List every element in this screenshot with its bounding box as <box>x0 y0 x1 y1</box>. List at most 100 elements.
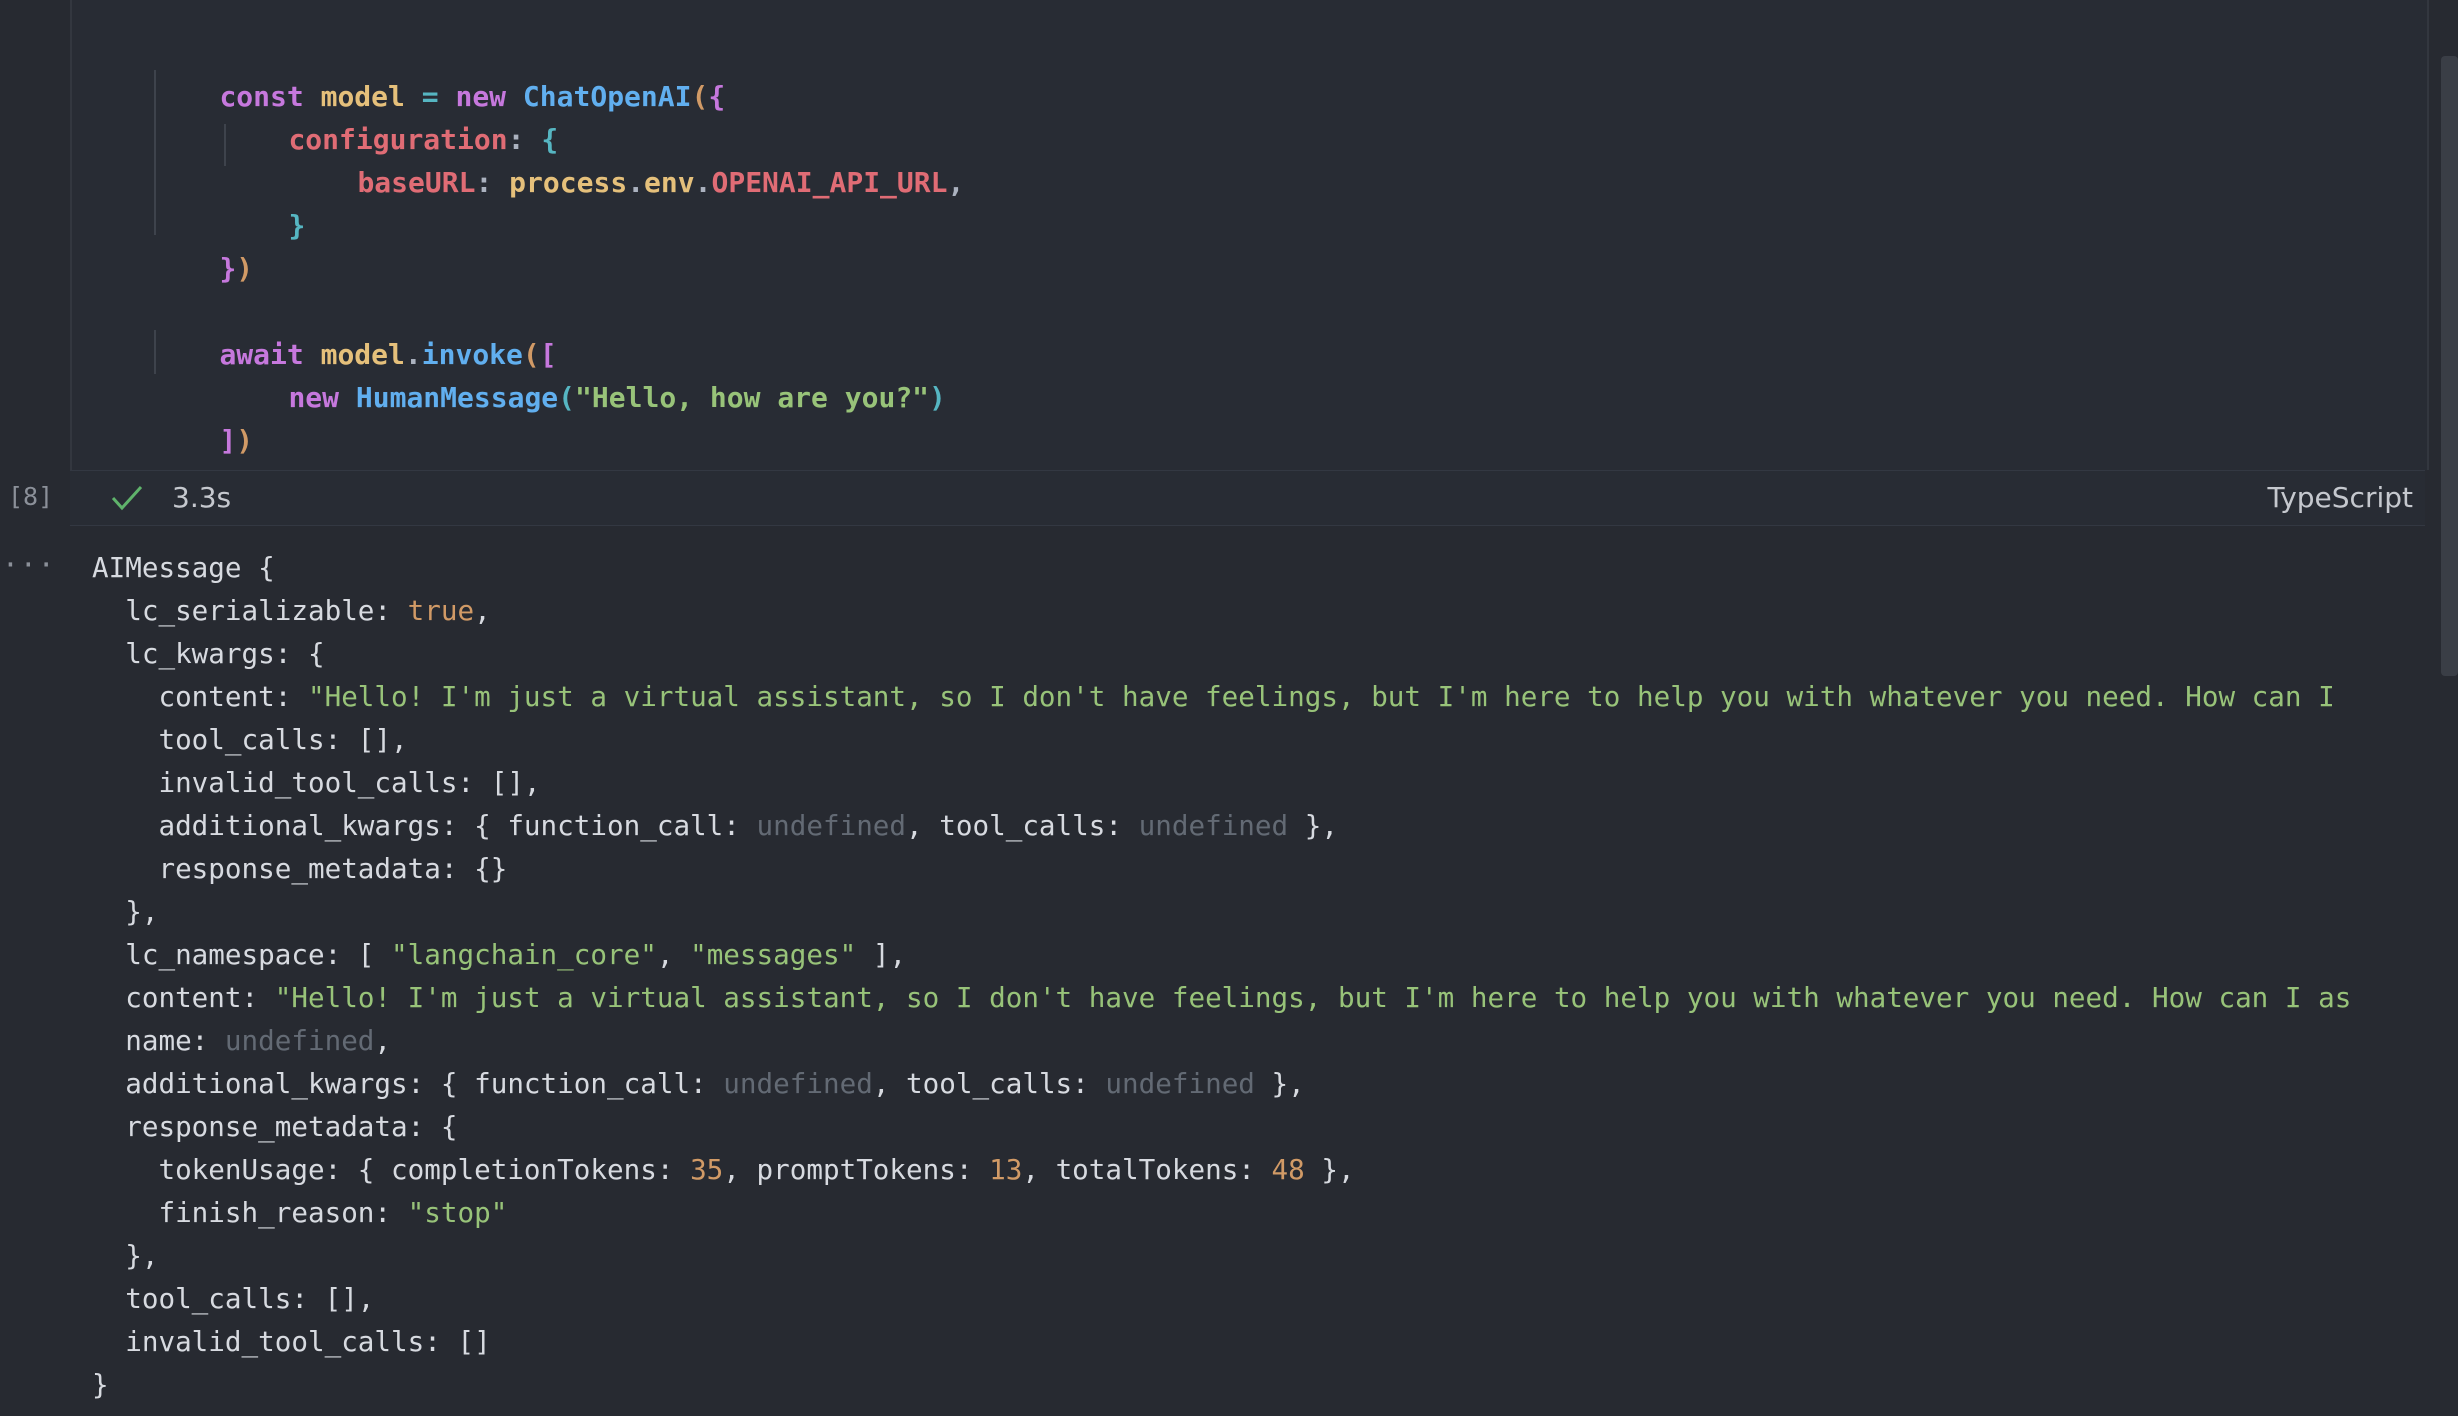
output-text: } <box>92 1368 109 1401</box>
output-string: "Hello! I'm just a virtual assistant, so… <box>307 680 2335 713</box>
punctuation: . <box>627 166 645 199</box>
bracket: } <box>288 209 306 242</box>
cell-status-bar: 3.3s TypeScript <box>70 470 2425 526</box>
output-text: lc_serializable: <box>92 594 408 627</box>
output-text: }, <box>92 1239 159 1272</box>
property: OPENAI_API_URL <box>711 166 948 199</box>
output-line: lc_kwargs: { <box>92 632 325 675</box>
execution-count: [8] <box>8 482 54 511</box>
output-number: 48 <box>1271 1153 1305 1186</box>
output-text: }, <box>1288 809 1338 842</box>
bracket: ) <box>236 252 254 285</box>
output-line: response_metadata: { <box>92 1105 457 1148</box>
check-icon <box>111 485 143 511</box>
bracket: ( <box>691 80 709 113</box>
code-line-4: } <box>221 161 305 242</box>
code-line-1: const model = new ChatOpenAI({ <box>152 32 725 113</box>
bracket: ( <box>558 381 576 414</box>
output-line: invalid_tool_calls: [] <box>92 1320 491 1363</box>
output-text: name: <box>92 1024 225 1057</box>
code-line-8: ]) <box>152 376 253 457</box>
output-line: tokenUsage: { completionTokens: 35, prom… <box>92 1148 1355 1191</box>
output-line: additional_kwargs: { function_call: unde… <box>92 1062 1305 1105</box>
output-text: , <box>656 938 691 971</box>
output-boolean: true <box>407 594 475 627</box>
notebook-cell[interactable]: const model = new ChatOpenAI({ configura… <box>0 0 2430 526</box>
output-undefined: undefined <box>723 1067 873 1100</box>
punctuation: , <box>947 166 965 199</box>
punctuation: : <box>475 166 510 199</box>
output-number: 13 <box>989 1153 1023 1186</box>
output-text: , totalTokens: <box>1022 1153 1272 1186</box>
code-line-7: new HumanMessage("Hello, how are you?") <box>221 333 945 414</box>
output-text: invalid_tool_calls: [], <box>92 766 541 799</box>
output-text: }, <box>1254 1067 1305 1100</box>
class-name: HumanMessage <box>355 381 559 414</box>
identifier: process <box>509 166 628 199</box>
property: baseURL <box>357 166 476 199</box>
output-undefined: undefined <box>1105 1067 1255 1100</box>
keyword: new <box>288 381 340 414</box>
code-line-3: baseURL: process.env.OPENAI_API_URL, <box>290 118 964 199</box>
bracket: } <box>219 252 237 285</box>
output-undefined: undefined <box>224 1024 375 1057</box>
output-line: additional_kwargs: { function_call: unde… <box>92 804 1338 847</box>
output-line: }, <box>92 1234 158 1277</box>
bracket: ) <box>929 381 946 414</box>
output-string: "Hello! I'm just a virtual assistant, so… <box>274 981 2352 1014</box>
output-text: response_metadata: {} <box>92 852 508 885</box>
output-text: response_metadata: { <box>92 1110 458 1143</box>
code-line-6: await model.invoke([ <box>152 290 556 371</box>
output-text: }, <box>92 895 159 928</box>
output-text: , tool_calls: <box>872 1067 1106 1100</box>
output-string: "langchain_core" <box>391 938 657 971</box>
output-text: , promptTokens: <box>723 1153 990 1186</box>
output-line: AIMessage { <box>92 546 275 589</box>
output-line: content: "Hello! I'm just a virtual assi… <box>92 675 2335 718</box>
output-text: additional_kwargs: { function_call: <box>92 1067 724 1100</box>
output-line: tool_calls: [], <box>92 718 408 761</box>
output-text: content: <box>92 680 308 713</box>
code-line-5: }) <box>152 204 253 285</box>
output-text: finish_reason: <box>92 1196 408 1229</box>
output-string: "stop" <box>407 1196 508 1229</box>
output-text: invalid_tool_calls: [] <box>92 1325 491 1358</box>
output-text: lc_kwargs: { <box>92 637 325 670</box>
cell-language-label[interactable]: TypeScript <box>2267 481 2413 514</box>
identifier: env <box>644 166 695 199</box>
output-text: tool_calls: [], <box>92 1282 375 1315</box>
output-string: "messages" <box>690 938 857 971</box>
output-text: lc_namespace: [ <box>92 938 392 971</box>
vertical-scrollbar[interactable] <box>2441 56 2458 676</box>
output-undefined: undefined <box>756 809 907 842</box>
string-literal: "Hello, how are you?" <box>575 381 930 414</box>
bracket: ) <box>236 424 254 457</box>
output-undefined: undefined <box>1138 809 1289 842</box>
output-line: invalid_tool_calls: [], <box>92 761 541 804</box>
output-line: response_metadata: {} <box>92 847 507 890</box>
output-text: tool_calls: [], <box>92 723 408 756</box>
output-line: name: undefined, <box>92 1019 391 1062</box>
execution-duration: 3.3s <box>172 481 232 514</box>
output-line: } <box>92 1363 109 1406</box>
bracket: ] <box>219 424 237 457</box>
punctuation: . <box>694 166 712 199</box>
output-text: , <box>374 1024 392 1057</box>
code-line-2: configuration: { <box>221 75 558 156</box>
output-text: AIMessage { <box>92 551 275 584</box>
output-line: }, <box>92 890 158 933</box>
output-text: ], <box>856 938 907 971</box>
output-more-icon[interactable]: ··· <box>2 548 56 581</box>
output-line: lc_namespace: [ "langchain_core", "messa… <box>92 933 906 976</box>
output-text: tokenUsage: { completionTokens: <box>92 1153 691 1186</box>
output-line: lc_serializable: true, <box>92 589 491 632</box>
output-text: , tool_calls: <box>906 809 1139 842</box>
output-number: 35 <box>690 1153 724 1186</box>
output-line: finish_reason: "stop" <box>92 1191 507 1234</box>
output-line: content: "Hello! I'm just a virtual assi… <box>92 976 2351 1019</box>
output-line: tool_calls: [], <box>92 1277 374 1320</box>
output-text: }, <box>1304 1153 1355 1186</box>
bracket: { <box>708 80 726 113</box>
output-text: additional_kwargs: { function_call: <box>92 809 757 842</box>
